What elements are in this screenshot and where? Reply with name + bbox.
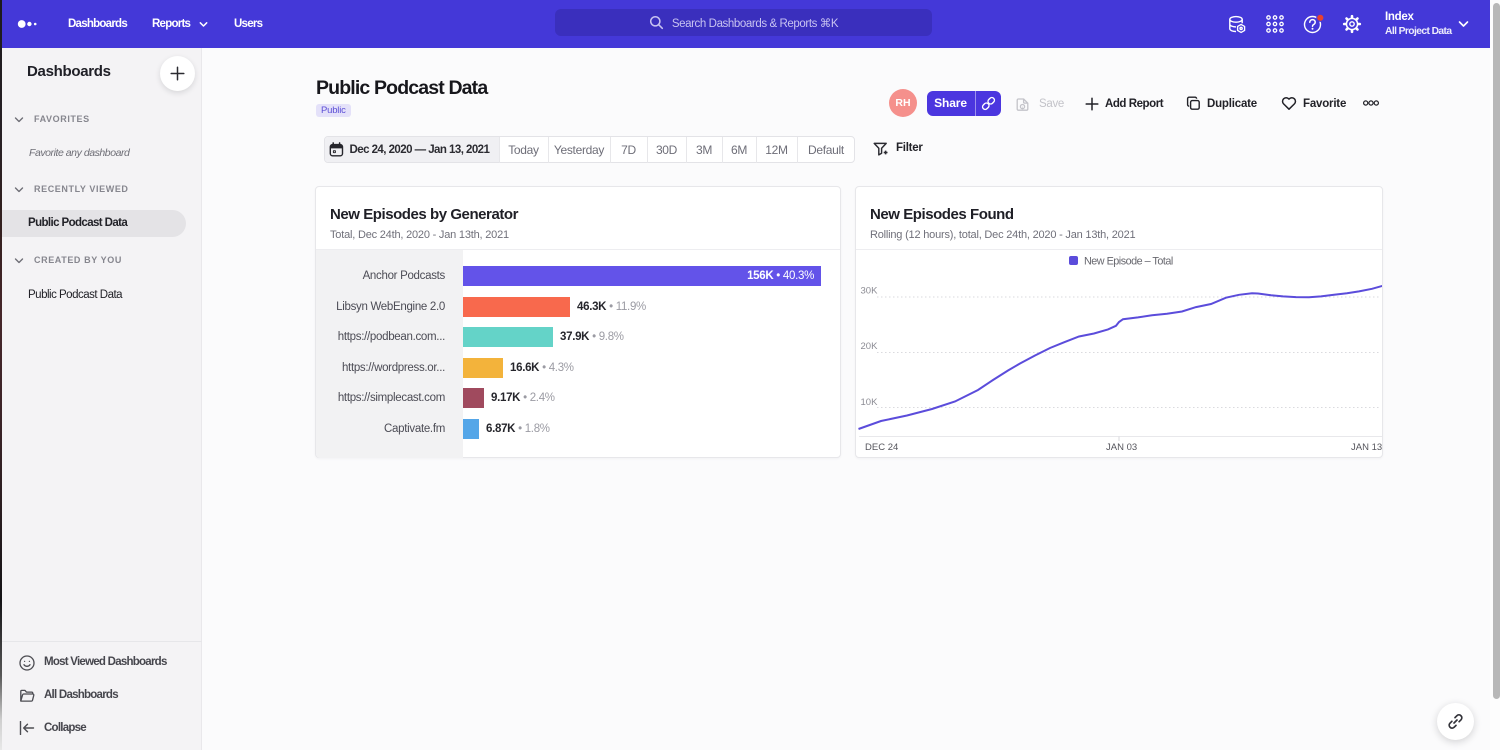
- svg-text:30K: 30K: [861, 286, 879, 297]
- svg-text:DEC 24: DEC 24: [865, 442, 898, 453]
- svg-text:JAN 03: JAN 03: [1106, 442, 1137, 453]
- svg-text:New Episode – Total: New Episode – Total: [1084, 256, 1173, 268]
- svg-text:20K: 20K: [861, 341, 879, 352]
- svg-text:JAN 13: JAN 13: [1351, 442, 1382, 453]
- svg-text:10K: 10K: [861, 397, 879, 408]
